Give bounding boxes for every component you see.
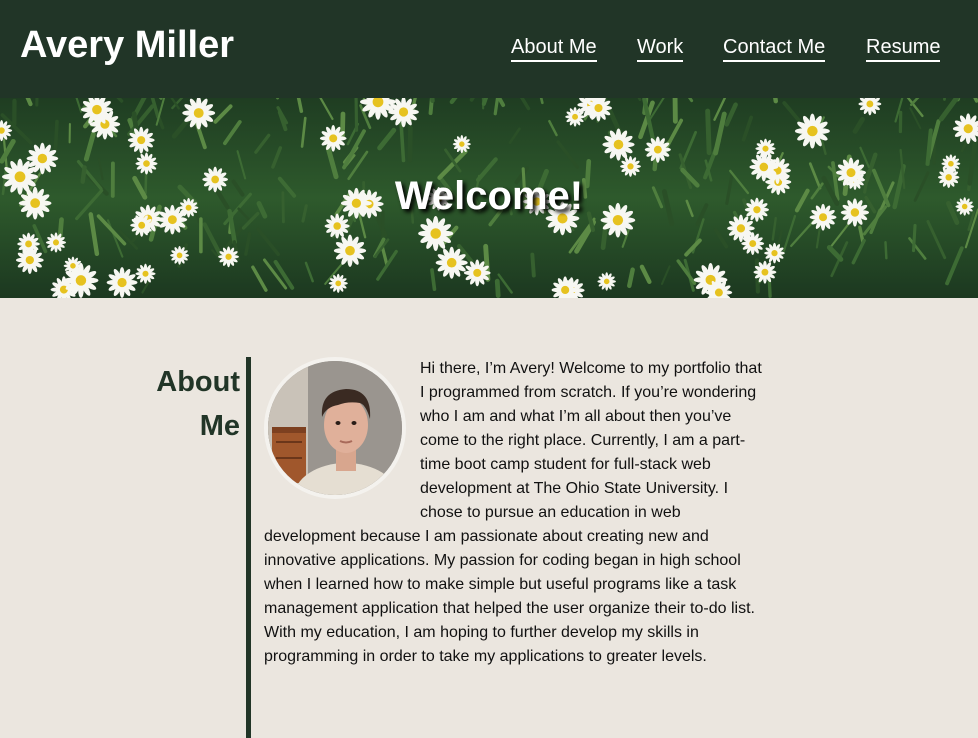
nav-link-about-me[interactable]: About Me [511,36,597,62]
nav-link-resume[interactable]: Resume [866,36,941,62]
nav-link-contact-me[interactable]: Contact Me [723,36,826,62]
hero-banner: Welcome! [0,98,978,298]
hero-heading: Welcome! [394,174,584,218]
main-nav: About Me Work Contact Me Resume [0,36,978,76]
site-header: Avery Miller About Me Work Contact Me Re… [0,0,978,98]
profile-avatar [264,357,406,499]
profile-photo [268,361,402,495]
section-divider [246,357,251,738]
about-section: Hi there, I’m Avery! Welcome to my portf… [264,357,769,669]
about-heading: About Me [156,366,240,442]
nav-link-work[interactable]: Work [637,36,684,62]
